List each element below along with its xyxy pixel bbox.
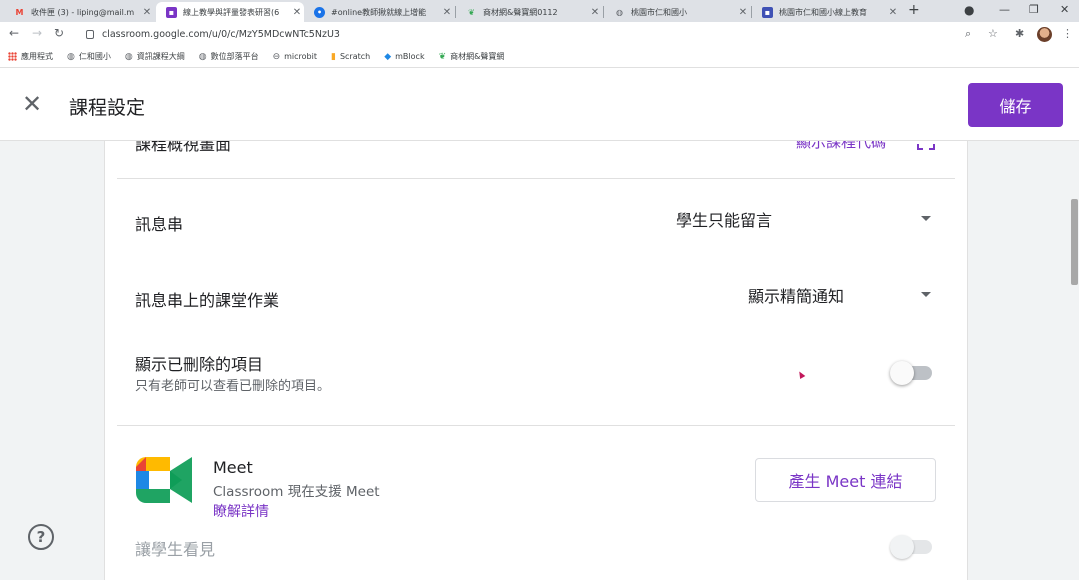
tab-search-icon[interactable]: ● <box>964 3 974 17</box>
bookmark-label: 資訊課程大綱 <box>136 52 185 61</box>
stream-label: 訊息串 <box>135 215 184 234</box>
bookmark-label: 仁和國小 <box>78 52 111 61</box>
tab-classroom-settings[interactable]: ▪ 線上教學與評量發表研習(6 ✕ <box>156 2 304 22</box>
bookmarks-bar: 應用程式 ◍ 仁和國小 ◍ 資訊課程大綱 ◍ 數位部落平台 ⊖ microbit… <box>0 46 1079 68</box>
tab-online-teachers[interactable]: • #online教師揪就線上增能 ✕ <box>304 2 454 22</box>
leaf-icon: ❦ <box>438 51 447 62</box>
close-tab-icon[interactable]: ✕ <box>588 7 602 18</box>
zoom-icon[interactable]: ⌕ <box>965 27 971 41</box>
page-title: 課程設定 <box>69 97 146 119</box>
close-icon[interactable]: ✕ <box>22 92 42 116</box>
toggle-knob <box>890 535 914 559</box>
show-deleted-items-label: 顯示已刪除的項目 <box>135 355 264 374</box>
classroom-icon: ▪ <box>762 6 773 18</box>
classroom-icon: ▪ <box>166 6 177 18</box>
bookmark-star-icon[interactable]: ☆ <box>988 27 998 40</box>
menu-kebab-icon[interactable]: ⋮ <box>1062 27 1073 40</box>
restore-icon[interactable]: ❐ <box>1029 3 1039 16</box>
globe-icon: ◍ <box>616 7 623 17</box>
bookmark-item[interactable]: ▮ Scratch <box>331 52 370 62</box>
save-button[interactable]: 儲存 <box>968 83 1063 127</box>
visible-to-students-toggle[interactable] <box>890 535 936 559</box>
new-tab-button[interactable]: + <box>908 2 920 18</box>
help-icon[interactable]: ? <box>28 524 54 550</box>
divider <box>117 178 955 179</box>
bookmark-item[interactable]: ◍ 數位部落平台 <box>199 51 259 62</box>
reload-icon[interactable]: ↻ <box>54 26 64 40</box>
close-tab-icon[interactable]: ✕ <box>290 7 304 18</box>
mblock-icon: ◆ <box>384 51 392 62</box>
tab-title: 線上教學與評量發表研習(6 <box>183 7 280 17</box>
forward-icon[interactable]: → <box>32 26 42 40</box>
close-tab-icon[interactable]: ✕ <box>736 7 750 18</box>
classwork-stream-label: 訊息串上的課堂作業 <box>135 291 280 310</box>
generate-meet-link-button[interactable]: 產生 Meet 連結 <box>755 458 936 502</box>
dropdown-arrow-icon[interactable] <box>921 216 931 221</box>
close-tab-icon[interactable]: ✕ <box>440 7 454 18</box>
globe-icon: ◍ <box>67 51 75 62</box>
back-icon[interactable]: ← <box>9 26 19 40</box>
meet-learn-more-link[interactable]: 瞭解詳情 <box>213 501 269 521</box>
tab-school[interactable]: ◍ 桃園市仁和國小 ✕ <box>604 2 750 22</box>
dropdown-arrow-icon[interactable] <box>921 292 931 297</box>
divider <box>117 425 955 426</box>
classwork-stream-dropdown-value[interactable]: 顯示精簡通知 <box>748 283 844 307</box>
toggle-knob <box>890 361 914 385</box>
microbit-icon: ⊖ <box>272 51 281 62</box>
bookmark-label: mBlock <box>395 52 425 61</box>
meet-description: Classroom 現在支援 Meet <box>213 484 380 500</box>
extensions-icon[interactable]: ✱ <box>1015 27 1024 40</box>
close-tab-icon[interactable]: ✕ <box>140 7 154 18</box>
tab-title: 桃園市仁和國小 <box>631 7 687 17</box>
tab-title: 商材網&聲寶網0112 <box>483 7 558 17</box>
tab-title: 收件匣 (3) - liping@mail.m <box>31 7 135 17</box>
google-meet-logo <box>136 457 192 503</box>
course-preview-label: 課程概視畫面 <box>135 141 232 154</box>
bookmark-label: 商材網&聲寶網 <box>450 52 505 61</box>
window-close-icon[interactable]: ✕ <box>1060 3 1069 16</box>
lock-icon <box>86 29 94 39</box>
show-deleted-items-description: 只有老師可以查看已刪除的項目。 <box>135 379 331 394</box>
apps-grid-icon <box>8 52 17 61</box>
url-text: classroom.google.com/u/0/c/MzY5MDcwNTc5N… <box>102 28 340 40</box>
general-settings-card: 課程概視畫面 顯示課程代碼 訊息串 學生只能留言 訊息串上的課堂作業 顯示精簡通… <box>104 141 968 580</box>
scratch-icon: ▮ <box>330 51 336 62</box>
gmail-icon: M <box>15 7 24 17</box>
fullscreen-icon[interactable] <box>917 141 935 150</box>
meet-title: Meet <box>213 458 253 477</box>
globe-icon: ◍ <box>124 51 133 62</box>
bookmark-item[interactable]: ◆ mBlock <box>384 52 424 62</box>
show-deleted-items-toggle[interactable] <box>890 361 936 385</box>
bookmark-item[interactable]: ❦ 商材網&聲寶網 <box>439 51 505 62</box>
tab-title: 桃園市仁和國小線上教育 <box>779 7 867 17</box>
bookmark-label: 數位部落平台 <box>210 52 259 61</box>
bookmark-item[interactable]: ⊖ microbit <box>273 52 317 62</box>
settings-header: ✕ 課程設定 儲存 <box>0 69 1079 141</box>
browser-toolbar: ← → ↻ classroom.google.com/u/0/c/MzY5MDc… <box>0 22 1079 46</box>
bookmark-label: Scratch <box>339 52 371 61</box>
browser-tab-strip: M 收件匣 (3) - liping@mail.m ✕ ▪ 線上教學與評量發表研… <box>0 0 1079 22</box>
profile-avatar[interactable] <box>1037 27 1052 42</box>
bookmark-apps[interactable]: 應用程式 <box>8 51 53 62</box>
visible-to-students-label: 讓學生看見 <box>135 540 216 559</box>
page-scrollbar[interactable] <box>1071 199 1078 285</box>
bookmark-item[interactable]: ◍ 資訊課程大綱 <box>125 51 185 62</box>
show-class-code-link[interactable]: 顯示課程代碼 <box>796 141 886 152</box>
settings-content: 課程概視畫面 顯示課程代碼 訊息串 學生只能留言 訊息串上的課堂作業 顯示精簡通… <box>0 141 1079 580</box>
globe-icon: ◍ <box>198 51 207 62</box>
tab-school-online[interactable]: ▪ 桃園市仁和國小線上教育 ✕ <box>752 2 900 22</box>
tab-title: #online教師揪就線上增能 <box>331 7 427 17</box>
tab-materials[interactable]: ❦ 商材網&聲寶網0112 ✕ <box>456 2 602 22</box>
bookmark-item[interactable]: ◍ 仁和國小 <box>67 51 111 62</box>
address-bar[interactable]: classroom.google.com/u/0/c/MzY5MDcwNTc5N… <box>80 24 1010 44</box>
stream-dropdown-value[interactable]: 學生只能留言 <box>676 207 772 231</box>
blue-app-icon: • <box>314 6 325 18</box>
minimize-icon[interactable]: — <box>999 3 1010 16</box>
bookmark-label: 應用程式 <box>21 52 53 61</box>
leaf-icon: ❦ <box>468 7 475 17</box>
bookmark-label: microbit <box>284 52 317 61</box>
tab-gmail[interactable]: M 收件匣 (3) - liping@mail.m ✕ <box>4 2 154 22</box>
close-tab-icon[interactable]: ✕ <box>886 7 900 18</box>
